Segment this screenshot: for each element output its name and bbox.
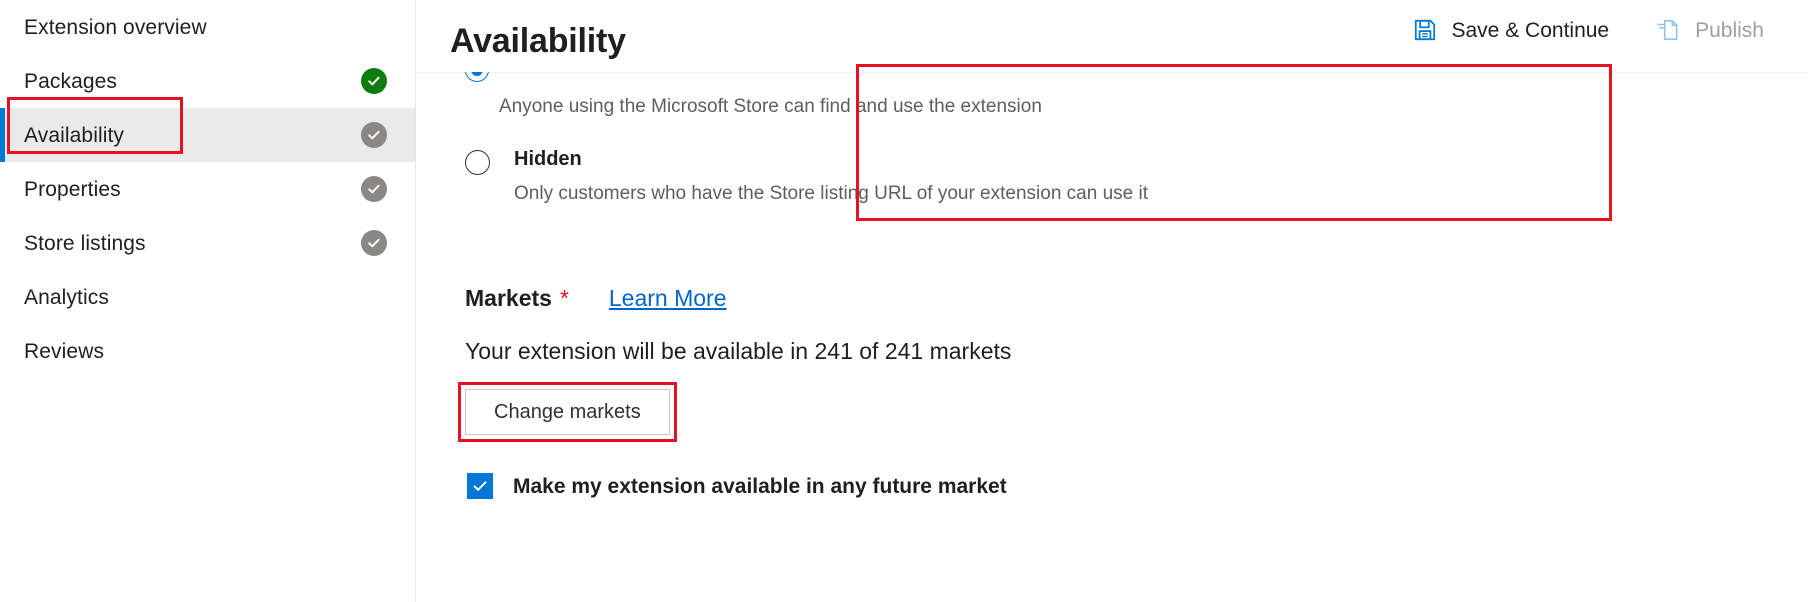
sidebar-item-reviews[interactable]: Reviews xyxy=(0,324,415,378)
sidebar-item-label: Reviews xyxy=(24,339,105,363)
check-circle-pending-icon xyxy=(361,122,387,148)
sidebar-item-label: Packages xyxy=(24,69,118,93)
sidebar-nav: Extension overview Packages Availability… xyxy=(0,0,416,602)
future-market-label: Make my extension available in any futur… xyxy=(513,474,1007,498)
sidebar-item-label: Properties xyxy=(24,177,121,201)
sidebar-item-analytics[interactable]: Analytics xyxy=(0,270,415,324)
check-circle-pending-icon xyxy=(361,176,387,202)
publish-label: Publish xyxy=(1695,18,1764,42)
sidebar-item-packages[interactable]: Packages xyxy=(0,54,415,108)
visibility-hidden-description: Only customers who have the Store listin… xyxy=(514,183,1148,204)
visibility-option-public[interactable] xyxy=(450,72,1808,82)
markets-header: Markets * Learn More xyxy=(465,287,1808,310)
visibility-hidden-texts: Hidden Only customers who have the Store… xyxy=(514,149,1148,203)
change-markets-button-wrap: Change markets xyxy=(458,382,677,442)
future-market-checkbox-row[interactable]: Make my extension available in any futur… xyxy=(465,473,1808,499)
visibility-option-hidden[interactable]: Hidden Only customers who have the Store… xyxy=(450,149,1808,203)
markets-section: Markets * Learn More Your extension will… xyxy=(450,287,1808,499)
sidebar-item-label: Analytics xyxy=(24,285,109,309)
save-and-continue-button[interactable]: Save & Continue xyxy=(1412,17,1610,43)
availability-form: Anyone using the Microsoft Store can fin… xyxy=(416,72,1808,499)
radio-unselected-icon[interactable] xyxy=(465,150,490,175)
publish-document-icon xyxy=(1655,17,1681,43)
page-header: Availability Save & Continue Publish xyxy=(416,0,1808,73)
radio-selected-icon[interactable] xyxy=(465,72,489,82)
sidebar-item-properties[interactable]: Properties xyxy=(0,162,415,216)
sidebar-item-label: Availability xyxy=(24,123,125,147)
markets-summary-text: Your extension will be available in 241 … xyxy=(465,338,1012,364)
save-and-continue-label: Save & Continue xyxy=(1451,18,1610,42)
availability-page: Extension overview Packages Availability… xyxy=(0,0,1808,602)
sidebar-item-extension-overview[interactable]: Extension overview xyxy=(0,0,415,54)
checkbox-checked-icon[interactable] xyxy=(467,473,493,499)
visibility-radio-group: Anyone using the Microsoft Store can fin… xyxy=(450,72,1808,203)
sidebar-item-availability[interactable]: Availability xyxy=(0,108,415,162)
main-content: Availability Save & Continue Publish Any… xyxy=(416,0,1808,602)
sidebar-item-label: Extension overview xyxy=(24,15,207,39)
sidebar-item-store-listings[interactable]: Store listings xyxy=(0,216,415,270)
check-circle-pending-icon xyxy=(361,230,387,256)
required-asterisk: * xyxy=(559,285,569,311)
visibility-public-description: Anyone using the Microsoft Store can fin… xyxy=(499,96,1042,117)
header-actions: Save & Continue Publish xyxy=(1412,17,1764,43)
radio-dot xyxy=(471,72,483,76)
markets-label: Markets xyxy=(465,285,552,311)
page-title: Availability xyxy=(450,22,626,60)
learn-more-link[interactable]: Learn More xyxy=(609,287,727,310)
save-floppy-icon xyxy=(1412,17,1438,43)
check-circle-complete-icon xyxy=(361,68,387,94)
visibility-hidden-title: Hidden xyxy=(514,148,582,170)
change-markets-button[interactable]: Change markets xyxy=(465,389,670,435)
publish-button[interactable]: Publish xyxy=(1655,17,1764,43)
sidebar-item-label: Store listings xyxy=(24,231,146,255)
